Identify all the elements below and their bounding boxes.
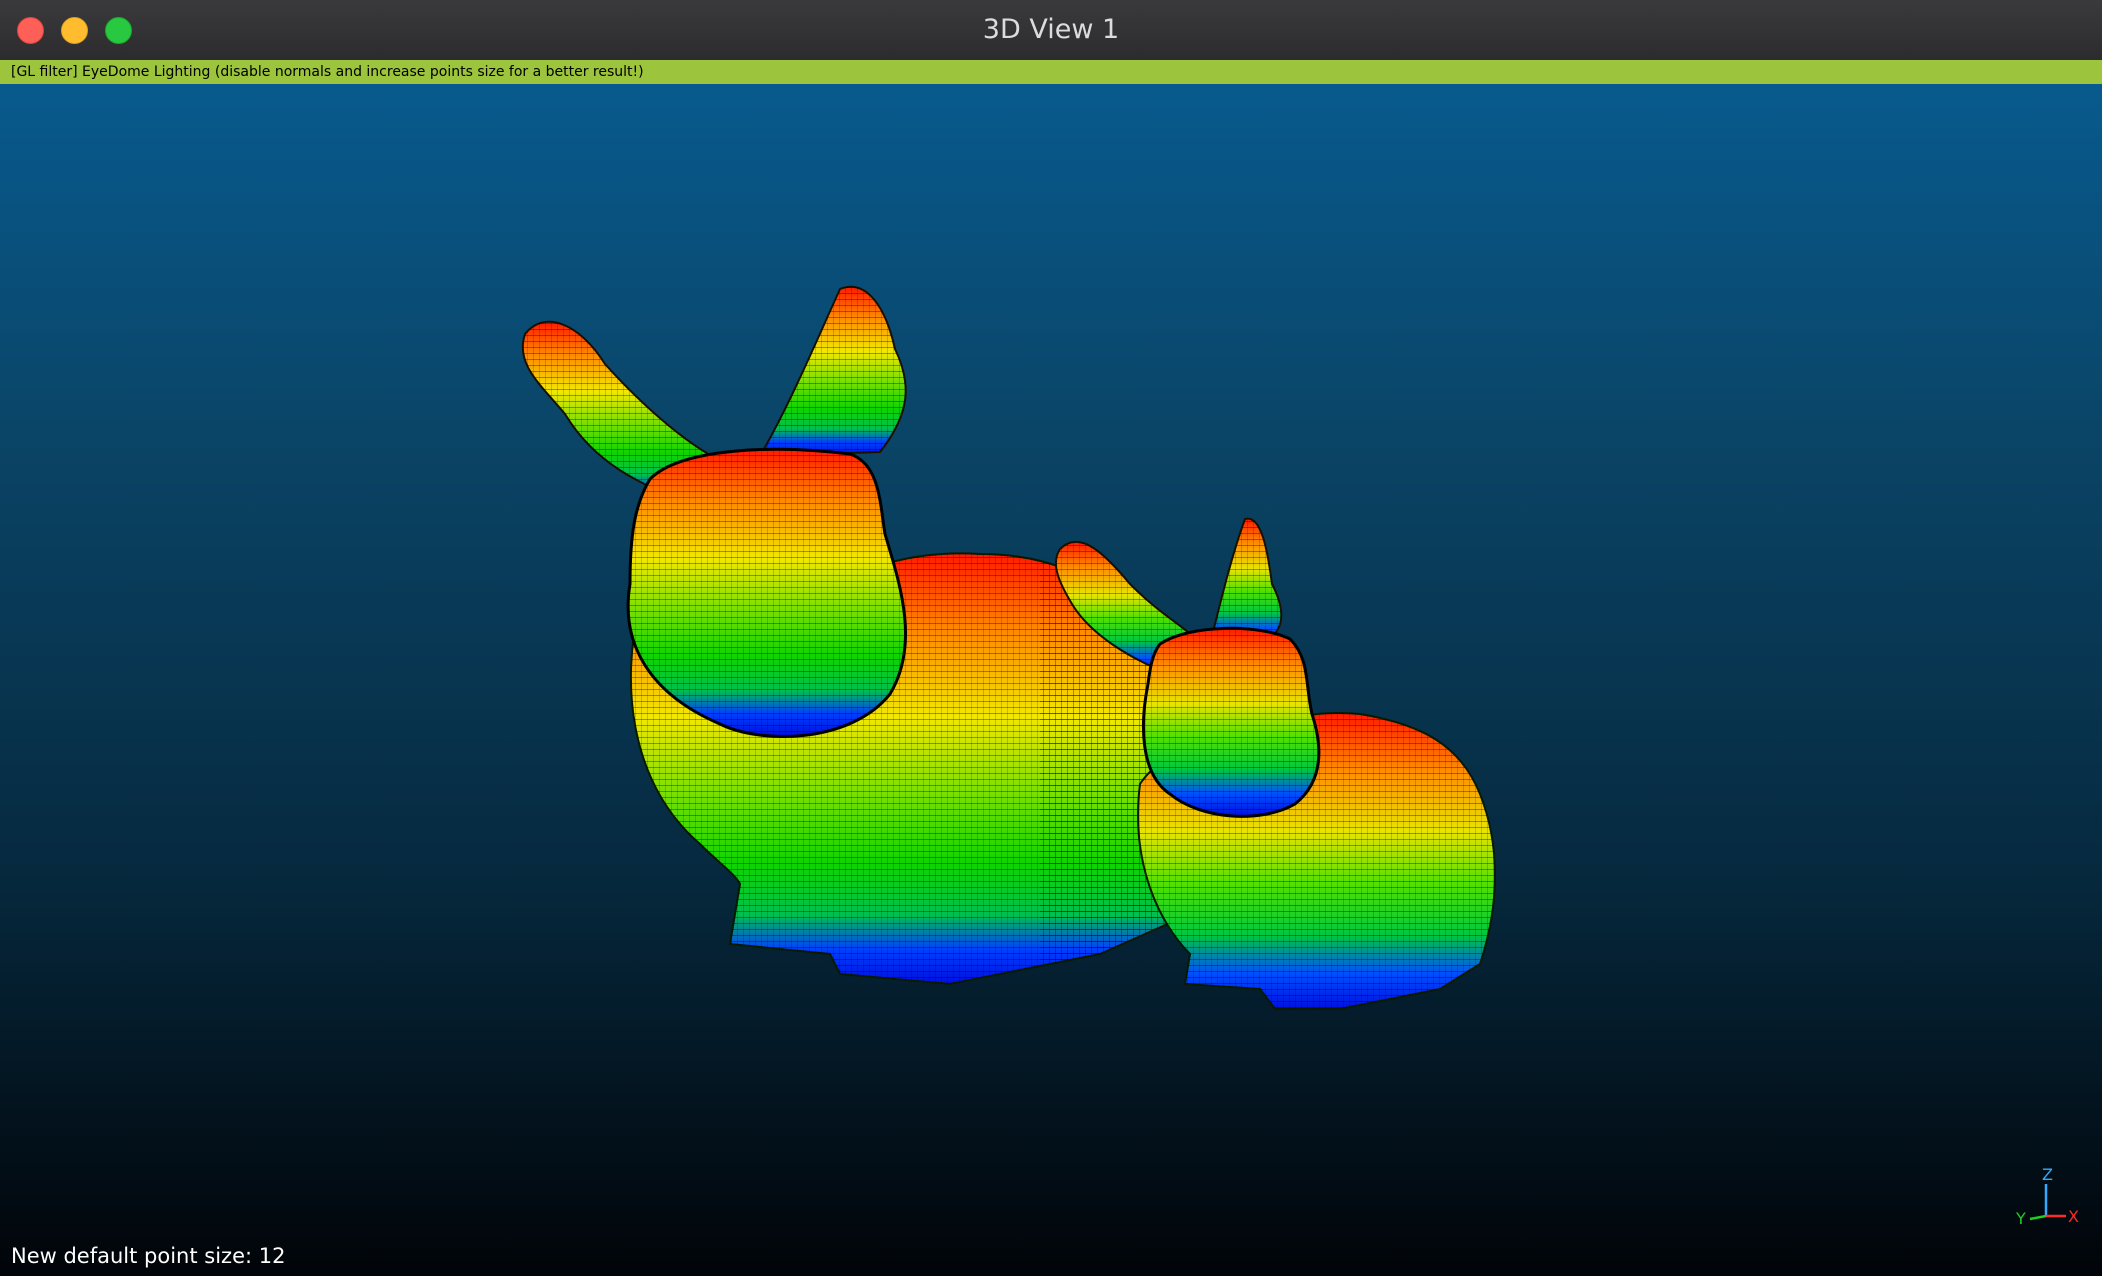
title-bar[interactable]: 3D View 1 — [0, 0, 2102, 61]
gl-filter-banner: [GL filter] EyeDome Lighting (disable no… — [0, 60, 2102, 84]
y-axis-label: Y — [2015, 1209, 2026, 1228]
window-title: 3D View 1 — [982, 14, 1120, 45]
status-message: New default point size: 12 — [11, 1244, 286, 1268]
y-axis-line — [2029, 1214, 2047, 1221]
point-cloud-scene[interactable] — [0, 84, 2102, 1276]
axes-orientation-widget: Z X Y — [2015, 1166, 2079, 1228]
app-window: 3D View 1 [GL filter] EyeDome Lighting (… — [0, 0, 2102, 1276]
z-axis-label: Z — [2042, 1166, 2053, 1184]
small-bunny-voxel-texture — [1040, 504, 1495, 1009]
x-axis-label: X — [2068, 1207, 2079, 1226]
3d-viewport[interactable]: New default point size: 12 Z X Y — [0, 84, 2102, 1276]
